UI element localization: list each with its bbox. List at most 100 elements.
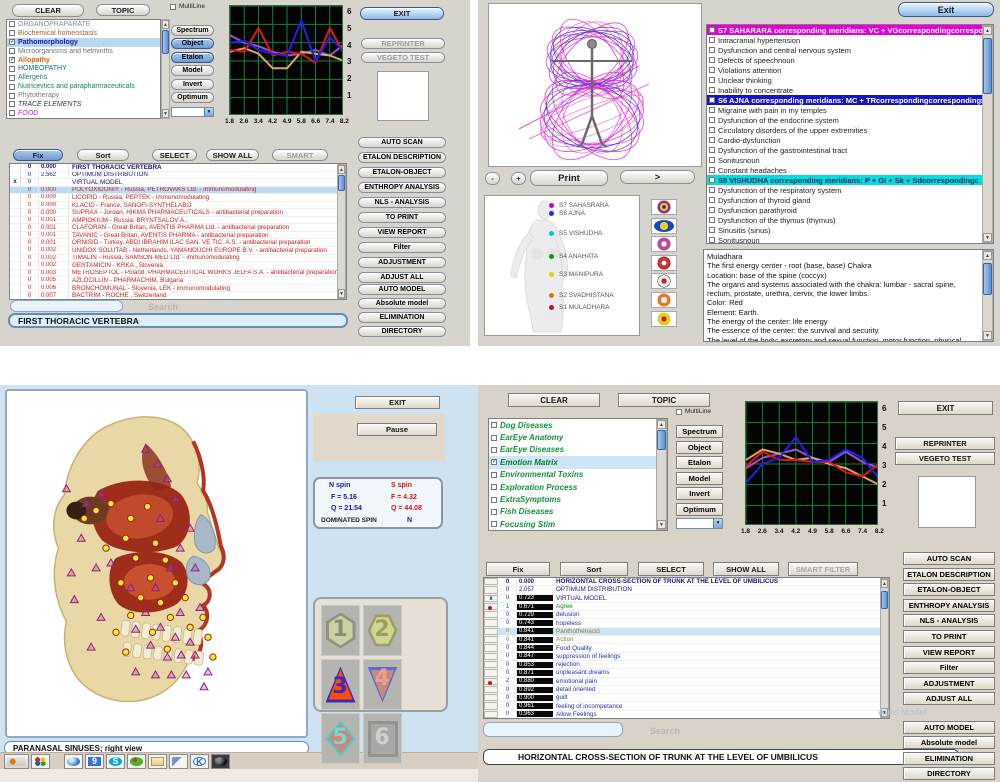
action-button[interactable]: Absolute model bbox=[358, 298, 446, 309]
FIRST THORACIC VERTEBRA[interactable]: 0 0.000 FIRST THORACIC VERTEBRA bbox=[10, 164, 346, 172]
KLACID - France, SANOFI-SYNTHELABO[interactable]: 0 0.000 KLACID - France, SANOFI-SYNTHELA… bbox=[10, 202, 346, 210]
category-item[interactable]: Biochemical homeostasis bbox=[7, 29, 160, 38]
action-button[interactable]: ELIMINATION bbox=[903, 752, 995, 765]
action-button[interactable]: AUTO SCAN bbox=[358, 137, 446, 148]
symptom-item[interactable]: Sonitusnoun bbox=[707, 155, 993, 165]
symptom-item[interactable]: Dysfunction of the gastrointestinal trac… bbox=[707, 145, 993, 155]
category-item[interactable]: EarEye Diseases bbox=[489, 444, 667, 456]
symptom-checkbox[interactable] bbox=[709, 207, 715, 213]
category-item[interactable]: FOOD bbox=[7, 109, 160, 118]
category-list-scrollbar[interactable]: ▲ ▼ bbox=[161, 19, 170, 119]
symptom-checkbox[interactable] bbox=[709, 27, 715, 33]
row-marker[interactable] bbox=[484, 628, 498, 635]
start-button[interactable] bbox=[4, 754, 29, 769]
symptom-checkbox[interactable] bbox=[709, 237, 715, 243]
scroll-up-icon[interactable]: ▲ bbox=[162, 20, 169, 29]
category-checkbox[interactable] bbox=[9, 39, 15, 45]
row-marker[interactable] bbox=[484, 661, 498, 668]
multiline-option[interactable]: MultiLine bbox=[676, 408, 711, 415]
mode-button[interactable]: Spectrum bbox=[676, 425, 723, 438]
BACTRIM - ROCHE , Switzerland[interactable]: 0 0.007 BACTRIM - ROCHE , Switzerland bbox=[10, 292, 346, 300]
scroll-down-icon[interactable]: ▼ bbox=[162, 109, 169, 118]
show-all-button[interactable]: SHOW ALL bbox=[206, 149, 259, 161]
parrot-icon[interactable] bbox=[127, 754, 146, 769]
OPTIMUM DISTRIBUTION[interactable]: 0 2.057 OPTIMUM DISTRIBUTION bbox=[484, 586, 889, 594]
symptom-checkbox[interactable] bbox=[709, 77, 715, 83]
action-button[interactable]: Filter bbox=[903, 661, 995, 674]
symptom-checkbox[interactable] bbox=[709, 107, 715, 113]
mode-button[interactable]: Object bbox=[171, 38, 214, 49]
CLAFORAN - Great Britan, AVENTIS PHARMA Ltd. - antibacterial preparation[interactable]: 0 0.001 CLAFORAN - Great Britan, AVENTIS… bbox=[10, 224, 346, 232]
color-balls-icon[interactable] bbox=[31, 754, 50, 769]
category-checkbox[interactable] bbox=[9, 110, 15, 116]
windows-taskbar[interactable] bbox=[0, 752, 478, 769]
exit-button[interactable]: EXIT bbox=[898, 401, 993, 415]
category-item[interactable]: Exploration Process bbox=[489, 481, 667, 493]
symptom-checkbox[interactable] bbox=[709, 87, 715, 93]
folder-icon[interactable] bbox=[148, 754, 167, 769]
symptom-checkbox[interactable] bbox=[709, 197, 715, 203]
feeling of incompetance[interactable]: 0 0.961 feeling of incompetance bbox=[484, 702, 889, 710]
category-checkbox[interactable] bbox=[9, 48, 15, 54]
description-scrollbar[interactable]: ▲ ▼ bbox=[982, 250, 993, 341]
fix-button[interactable]: Fix bbox=[13, 149, 63, 161]
scroll-down-icon[interactable]: ▼ bbox=[983, 331, 992, 340]
search-input[interactable] bbox=[483, 722, 623, 737]
category-item[interactable]: EarEye Anatomy bbox=[489, 431, 667, 443]
next-button[interactable]: > bbox=[620, 170, 695, 184]
BRONCHOMUNAL - Slovenia, LEK - immunomodulating[interactable]: 0 0.006 BRONCHOMUNAL - Slovenia, LEK - i… bbox=[10, 285, 346, 293]
row-marker[interactable] bbox=[10, 292, 21, 299]
table-scrollbar[interactable]: ▲ ▼ bbox=[337, 164, 346, 299]
VIRTUAL MODEL[interactable]: 0 VIRTUAL MODEL bbox=[10, 179, 346, 187]
symptom-item[interactable]: S6 AJNA corresponding meridians: MC + TR… bbox=[707, 95, 993, 105]
symptom-item[interactable]: Defects of speechnoun bbox=[707, 55, 993, 65]
etalon-table[interactable]: ▲ ▼ 0 0.000 FIRST THORACIC VERTEBRA 0 2.… bbox=[9, 163, 347, 300]
action-button[interactable]: ADJUSTMENT bbox=[903, 677, 995, 690]
symptom-item[interactable]: Intracranial hypertension bbox=[707, 35, 993, 45]
category-checkbox[interactable] bbox=[491, 459, 497, 465]
scroll-down-icon[interactable]: ▼ bbox=[983, 233, 992, 242]
category-checkbox[interactable] bbox=[9, 93, 15, 99]
mode-button[interactable]: Optimum bbox=[676, 503, 723, 516]
row-marker[interactable] bbox=[484, 578, 498, 585]
action-button[interactable]: ETALON DESCRIPTION bbox=[358, 152, 446, 163]
action-button[interactable]: ADJUST ALL bbox=[358, 272, 446, 283]
category-checkbox[interactable] bbox=[9, 57, 15, 63]
action-button[interactable]: NLS - ANALYSIS bbox=[903, 614, 995, 627]
select-button[interactable]: SELECT bbox=[638, 562, 704, 576]
Action[interactable]: 0 0.841 Action bbox=[484, 636, 889, 644]
emotional pain[interactable]: 2 0.880 emotional pain bbox=[484, 678, 889, 686]
sort-button[interactable]: Sort bbox=[560, 562, 628, 576]
scroll-up-icon[interactable]: ▲ bbox=[881, 579, 888, 588]
category-checkbox[interactable] bbox=[491, 497, 497, 503]
symptom-item[interactable]: Dysfunction of the endocrine system bbox=[707, 115, 993, 125]
symptom-checkbox[interactable] bbox=[709, 127, 715, 133]
HORIZONTAL CROSS-SECTION OF TRUNK AT THE LEVEL OF UMBILICUS[interactable]: 0 0.000 HORIZONTAL CROSS-SECTION OF TRUN… bbox=[484, 578, 889, 586]
symptom-item[interactable]: Migraine with pain in my temples bbox=[707, 105, 993, 115]
row-marker[interactable] bbox=[484, 669, 498, 676]
category-list[interactable]: ORGANOPRAPARATE Biochemical homeostasis … bbox=[6, 19, 161, 119]
row-marker[interactable] bbox=[10, 262, 21, 269]
action-button[interactable]: Absolute model bbox=[903, 736, 995, 749]
row-marker[interactable] bbox=[10, 179, 21, 186]
symptom-checkbox[interactable] bbox=[709, 217, 715, 223]
category-item[interactable]: Focusing Stim bbox=[489, 518, 667, 530]
category-item[interactable]: Emotion Matrix bbox=[489, 456, 667, 468]
row-marker[interactable] bbox=[10, 224, 21, 231]
symptom-checkbox[interactable] bbox=[709, 147, 715, 153]
mode-button[interactable]: Etalon bbox=[171, 52, 214, 63]
category-item[interactable]: HOMEOPATHY bbox=[7, 64, 160, 73]
symptom-item[interactable]: Dysfunction of the respiratory system bbox=[707, 185, 993, 195]
sort-button[interactable]: Sort bbox=[77, 149, 129, 161]
action-button[interactable]: NLS - ANALYSIS bbox=[358, 197, 446, 208]
symptom-item[interactable]: Dysfunction and central nervous system bbox=[707, 45, 993, 55]
action-button[interactable]: ETALON-OBJECT bbox=[903, 583, 995, 596]
category-item[interactable]: Nutricevtics and parapharmaceuticals bbox=[7, 82, 160, 91]
POLYOXIDONIY - Russia, PETROVAKS Ltd. - immunomodulating[interactable]: 0 0.000 POLYOXIDONIY - Russia, PETROVAKS… bbox=[10, 187, 346, 195]
zoom-out-button[interactable]: - bbox=[485, 172, 500, 185]
Panthothenacid[interactable]: 0 0.841 Panthothenacid bbox=[484, 628, 889, 636]
sahasrara-icon[interactable] bbox=[651, 199, 677, 215]
GENTAMICIN - KRKA , Slovenia[interactable]: 0 0.002 GENTAMICIN - KRKA , Slovenia bbox=[10, 262, 346, 270]
mode-button[interactable]: Model bbox=[171, 65, 214, 76]
muladhara-icon[interactable] bbox=[651, 311, 677, 327]
